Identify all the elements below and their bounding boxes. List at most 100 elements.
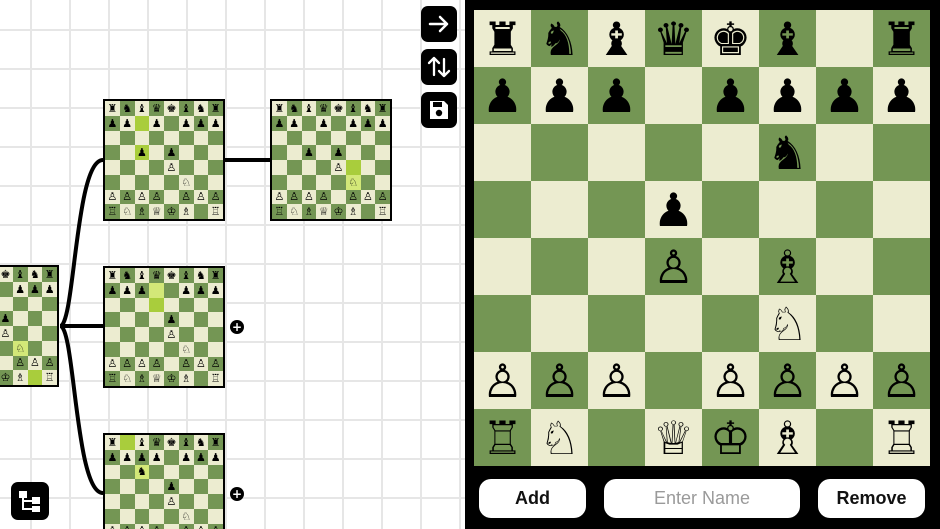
board-square[interactable]: [645, 295, 702, 352]
piece-square[interactable]: ♟: [531, 67, 588, 124]
piece-square[interactable]: ♖: [375, 204, 390, 219]
board-square[interactable]: [208, 464, 223, 480]
piece-square[interactable]: ♛: [149, 268, 164, 283]
board-square[interactable]: [759, 181, 816, 238]
piece-square[interactable]: ♟: [331, 145, 346, 160]
piece-square[interactable]: ♘: [345, 174, 361, 190]
piece-square[interactable]: ♜: [105, 268, 120, 283]
piece-square[interactable]: ♛: [149, 101, 164, 116]
piece-square[interactable]: ♜: [105, 101, 120, 116]
board-square[interactable]: [42, 340, 57, 356]
piece-square[interactable]: ♘: [178, 508, 194, 524]
board-square[interactable]: [816, 10, 873, 67]
board-square[interactable]: [301, 130, 317, 146]
piece-square[interactable]: ♜: [105, 435, 120, 450]
board-square[interactable]: [178, 327, 194, 342]
add-branch-button-b[interactable]: +: [230, 320, 244, 334]
board-square[interactable]: [134, 160, 150, 175]
board-square[interactable]: [345, 130, 361, 146]
board-square[interactable]: [531, 124, 588, 181]
board-square[interactable]: [27, 370, 43, 385]
piece-square[interactable]: ♔: [702, 409, 759, 466]
piece-square[interactable]: ♝: [345, 101, 361, 116]
piece-square[interactable]: ♜: [474, 10, 531, 67]
piece-square[interactable]: ♘: [119, 204, 135, 219]
board-square[interactable]: [474, 295, 531, 352]
board-square[interactable]: [193, 371, 209, 386]
board-square[interactable]: [208, 174, 223, 190]
board-square[interactable]: [208, 508, 223, 524]
board-square[interactable]: [286, 130, 302, 146]
piece-square[interactable]: ♞: [360, 101, 376, 116]
piece-square[interactable]: ♕: [149, 371, 164, 386]
piece-square[interactable]: ♞: [193, 101, 209, 116]
piece-square[interactable]: ♟: [375, 115, 390, 131]
board-square[interactable]: [286, 145, 302, 160]
board-square[interactable]: [164, 189, 179, 205]
board-square[interactable]: [119, 297, 135, 313]
piece-square[interactable]: ♟: [105, 282, 120, 298]
piece-square[interactable]: ♝: [178, 101, 194, 116]
board-square[interactable]: [178, 312, 194, 327]
board-square[interactable]: [816, 124, 873, 181]
piece-square[interactable]: ♔: [331, 204, 346, 219]
piece-square[interactable]: ♙: [345, 189, 361, 205]
tree-layout-button[interactable]: [11, 482, 49, 520]
board-square[interactable]: [134, 130, 150, 146]
board-square[interactable]: [702, 181, 759, 238]
piece-square[interactable]: ♘: [119, 371, 135, 386]
piece-square[interactable]: ♖: [42, 370, 57, 385]
piece-square[interactable]: ♟: [208, 282, 223, 298]
board-square[interactable]: [375, 130, 390, 146]
board-square[interactable]: [134, 327, 150, 342]
board-square[interactable]: [208, 145, 223, 160]
piece-square[interactable]: ♙: [531, 352, 588, 409]
piece-square[interactable]: ♟: [208, 449, 223, 465]
piece-square[interactable]: ♙: [286, 189, 302, 205]
board-square[interactable]: [12, 296, 28, 312]
board-square[interactable]: [208, 297, 223, 313]
board-square[interactable]: [208, 494, 223, 509]
piece-square[interactable]: ♟: [645, 181, 702, 238]
board-square[interactable]: [164, 356, 179, 372]
board-square[interactable]: [164, 130, 179, 146]
board-square[interactable]: [375, 160, 390, 175]
piece-square[interactable]: ♕: [149, 204, 164, 219]
piece-square[interactable]: ♙: [301, 189, 317, 205]
board-square[interactable]: [134, 115, 150, 131]
board-square[interactable]: [588, 124, 645, 181]
board-square[interactable]: [178, 494, 194, 509]
board-square[interactable]: [27, 296, 43, 312]
next-move-button[interactable]: [421, 6, 457, 42]
board-square[interactable]: [149, 312, 164, 327]
piece-square[interactable]: ♛: [645, 10, 702, 67]
board-square[interactable]: [588, 295, 645, 352]
board-square[interactable]: [178, 479, 194, 494]
board-square[interactable]: [149, 494, 164, 509]
board-square[interactable]: [331, 130, 346, 146]
piece-square[interactable]: ♟: [149, 115, 164, 131]
board-square[interactable]: [301, 160, 317, 175]
piece-square[interactable]: ♟: [149, 449, 164, 465]
board-square[interactable]: [105, 508, 120, 524]
piece-square[interactable]: ♟: [119, 449, 135, 465]
piece-square[interactable]: ♙: [316, 189, 331, 205]
piece-square[interactable]: ♞: [759, 124, 816, 181]
board-square[interactable]: [164, 523, 179, 529]
add-branch-button-c[interactable]: +: [230, 487, 244, 501]
piece-square[interactable]: ♛: [149, 435, 164, 450]
piece-square[interactable]: ♖: [208, 204, 223, 219]
piece-square[interactable]: ♟: [208, 115, 223, 131]
piece-square[interactable]: ♟: [360, 115, 376, 131]
board-square[interactable]: [105, 312, 120, 327]
board-square[interactable]: [193, 297, 209, 313]
board-square[interactable]: [164, 508, 179, 524]
piece-square[interactable]: ♙: [119, 356, 135, 372]
board-square[interactable]: [588, 238, 645, 295]
board-square[interactable]: [119, 327, 135, 342]
board-square[interactable]: [316, 130, 331, 146]
piece-square[interactable]: ♟: [816, 67, 873, 124]
board-square[interactable]: [105, 464, 120, 480]
piece-square[interactable]: ♗: [345, 204, 361, 219]
piece-square[interactable]: ♟: [588, 67, 645, 124]
